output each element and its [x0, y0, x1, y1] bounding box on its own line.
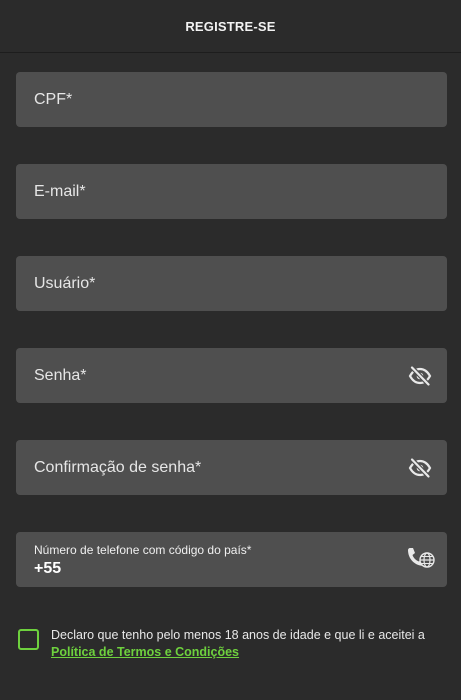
age-consent: Declaro que tenho pelo menos 18 anos de …	[18, 627, 448, 660]
consent-checkbox[interactable]	[18, 629, 39, 650]
phone-input[interactable]: +55	[34, 560, 61, 578]
modal-header: REGISTRE-SE	[0, 0, 461, 53]
eye-off-icon[interactable]	[407, 363, 433, 389]
username-input[interactable]	[34, 256, 433, 311]
phone-field[interactable]: Número de telefone com código do país* +…	[16, 532, 447, 587]
cpf-input[interactable]	[34, 72, 433, 127]
terms-link[interactable]: Política de Termos e Condições	[51, 645, 239, 659]
page-title: REGISTRE-SE	[185, 18, 276, 34]
consent-text-body: Declaro que tenho pelo menos 18 anos de …	[51, 628, 425, 642]
password-input[interactable]	[34, 348, 407, 403]
cpf-field[interactable]	[16, 72, 447, 127]
email-input[interactable]	[34, 164, 433, 219]
consent-text: Declaro que tenho pelo menos 18 anos de …	[51, 627, 448, 660]
eye-off-icon[interactable]	[407, 455, 433, 481]
password-field[interactable]	[16, 348, 447, 403]
username-field[interactable]	[16, 256, 447, 311]
password-confirm-input[interactable]	[34, 440, 407, 495]
phone-globe-icon	[405, 546, 435, 572]
phone-label: Número de telefone com código do país*	[34, 543, 252, 557]
password-confirm-field[interactable]	[16, 440, 447, 495]
email-field[interactable]	[16, 164, 447, 219]
